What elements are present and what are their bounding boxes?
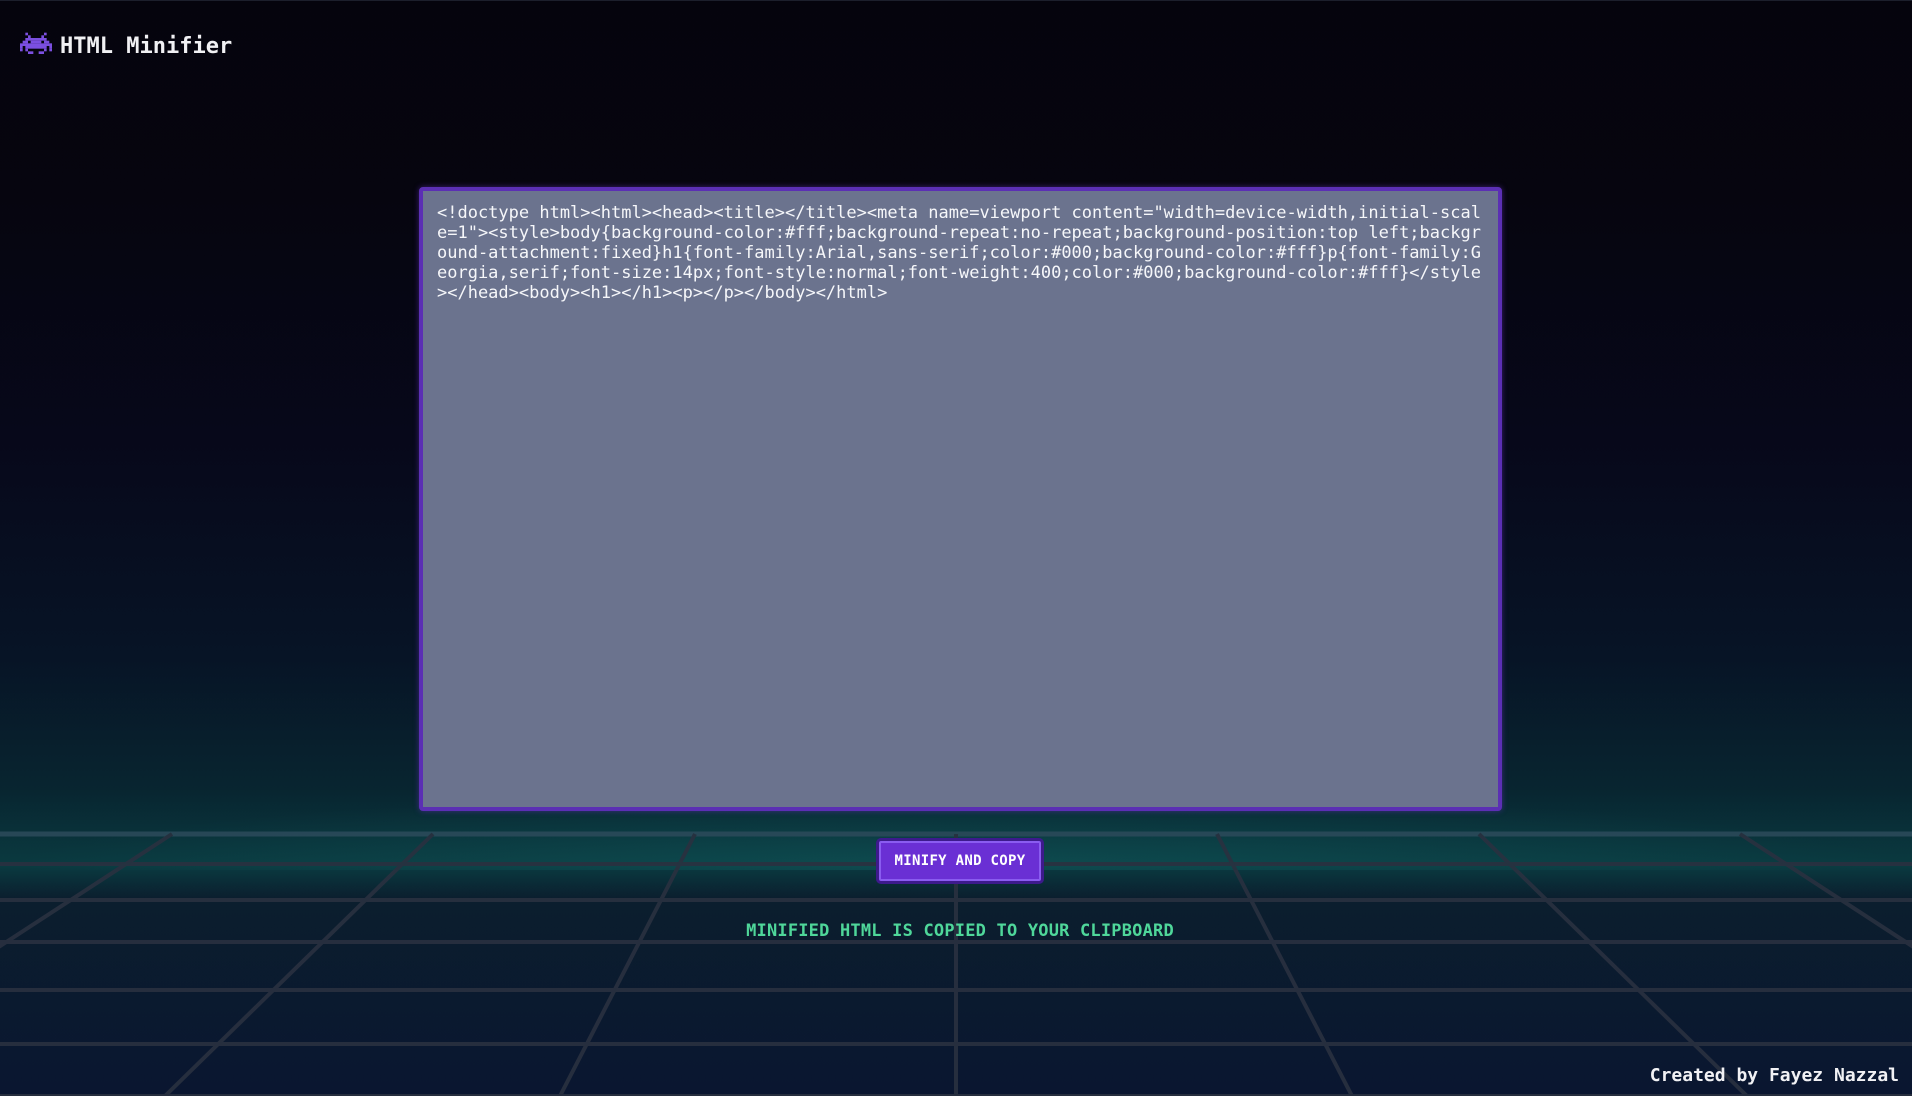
app-logo: HTML Minifier [20, 30, 232, 62]
space-invader-icon [20, 32, 52, 54]
html-input-textarea[interactable]: <!doctype html><html><head><title></titl… [419, 187, 1502, 811]
top-border [0, 0, 1912, 1]
minify-and-copy-button[interactable]: MINIFY AND COPY [876, 838, 1044, 884]
copied-status-message: MINIFIED HTML IS COPIED TO YOUR CLIPBOAR… [746, 921, 1174, 941]
footer-credit: Created by Fayez Nazzal [1649, 1065, 1899, 1086]
app-title: HTML Minifier [60, 33, 233, 59]
